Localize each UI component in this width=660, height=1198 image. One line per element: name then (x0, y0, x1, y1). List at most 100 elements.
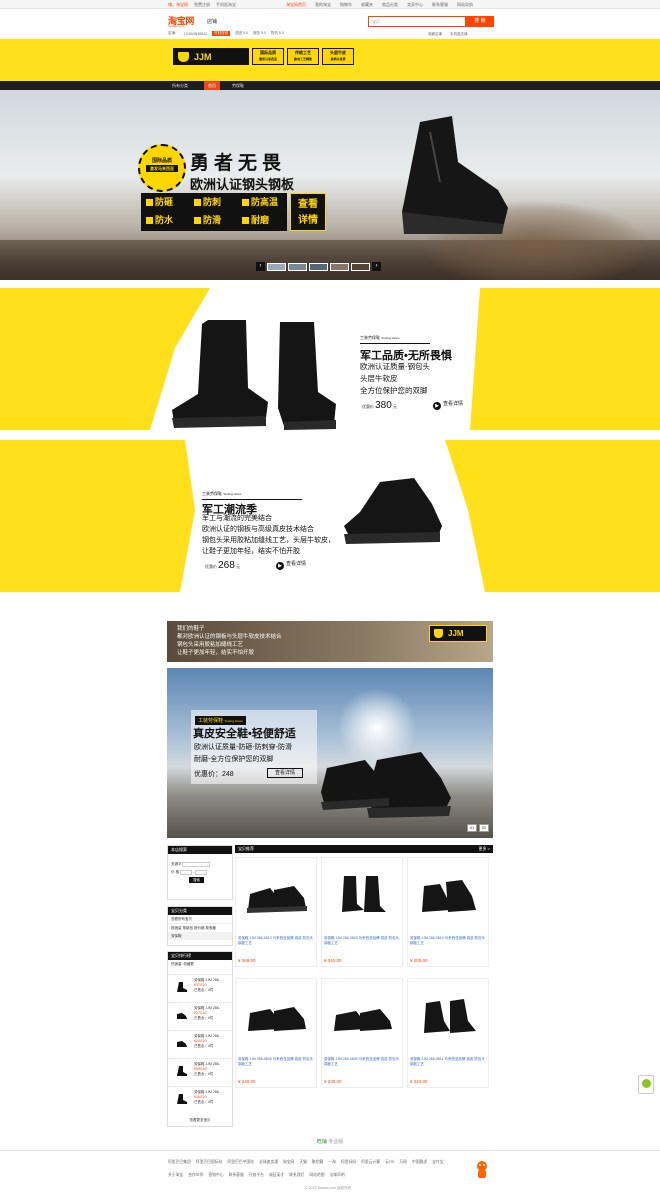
mobile-link[interactable]: 手机逛淘宝 (216, 2, 236, 8)
carousel-thumb[interactable] (288, 262, 307, 271)
product-card[interactable]: 劳保鞋 JJM 286-0811 马来西亚品牌 真皮 防包头 钢板工艺 ¥ 22… (407, 978, 489, 1088)
search-button[interactable]: 搜 索 (466, 16, 494, 27)
footer-link[interactable]: 全球速卖通 (259, 1160, 278, 1165)
slide-line: 欧洲认证质量-防砸-防刺穿-防滑 (194, 744, 292, 751)
hero-banner[interactable]: 国际品质 激发马来西亚 勇者无畏 欧洲认证钢头钢板 防砸 防刺 防高温 防水 防… (0, 90, 660, 280)
footer-link[interactable]: 诚征英才 (269, 1173, 284, 1178)
price-unit: 元 (392, 404, 397, 409)
promo2-line: 钢包头采用胶粘加缝线工艺，头层牛软皮， (202, 537, 335, 544)
wangwang-badge[interactable]: 旺旺在线 (212, 31, 231, 36)
footer-link[interactable]: 合作伙伴 (188, 1173, 203, 1178)
shoe-thumb (177, 1013, 187, 1019)
rank-item[interactable]: 劳保鞋 JJM 286- ¥270.00 已售出：0件 (168, 1002, 232, 1030)
rank-item[interactable]: 劳保鞋 JJM 286- ¥380.00 已售出：0件 (168, 1058, 232, 1086)
sidebar-search-button[interactable]: 搜索 (189, 877, 204, 883)
brand-story-banner[interactable]: 我们的鞋子 都对欧洲认证的钢板与头层牛软皮技术结合 钢包头采用胶粘加缝线工艺 让… (167, 621, 493, 662)
carousel-thumb[interactable] (351, 262, 370, 271)
home-link[interactable]: 淘宝网首页 (286, 2, 306, 8)
category-all[interactable]: 查看所有宝贝 (168, 915, 232, 924)
footer-link[interactable]: 关于淘宝 (168, 1173, 183, 1178)
footer-link[interactable]: 淘宝网 (283, 1160, 294, 1165)
footer-link[interactable]: 法律声明 (330, 1173, 345, 1178)
product-card[interactable]: 劳保鞋 JJM 286-0803 马来西亚品牌 真皮 防包头 钢板工艺 ¥ 34… (321, 857, 403, 967)
product-card[interactable]: 劳保鞋 JJM 286-0806 马来西亚品牌 真皮 防包头 钢板工艺 ¥ 24… (235, 978, 317, 1088)
register-link[interactable]: 免费注册 (194, 2, 210, 8)
search-input[interactable]: 宝贝 (368, 16, 466, 27)
chevron-left-icon[interactable]: ‹ (256, 262, 265, 271)
price-unit: 元 (235, 564, 240, 569)
product-slide[interactable]: 工装劳保鞋 Tooling shoes 真皮安全鞋•轻便舒适 欧洲认证质量-防砸… (167, 668, 493, 838)
footer-link[interactable]: 营销中心 (208, 1173, 223, 1178)
carousel-thumb[interactable] (267, 262, 286, 271)
slide-details-button[interactable]: 查看详情 (267, 768, 303, 778)
category-item[interactable]: 劳保鞋 (168, 932, 232, 940)
jjm-logo[interactable]: JJM (173, 48, 249, 65)
rank-item[interactable]: 劳保鞋 JJM 286- ¥370.00 已售出：0件 (168, 974, 232, 1002)
product-name[interactable]: 劳保鞋 JJM 286-0813 马来西亚品牌 真皮 防包头 钢板工艺 (238, 936, 316, 946)
carousel-thumb[interactable] (309, 262, 328, 271)
footer-link[interactable]: 阿里妈妈 (341, 1160, 356, 1165)
product-name[interactable]: 劳保鞋 JJM 286-0809 马来西亚品牌 真皮 防包头 钢板工艺 (324, 1057, 402, 1067)
product-name[interactable]: 劳保鞋 JJM 286-0803 马来西亚品牌 真皮 防包头 钢板工艺 (324, 936, 402, 946)
favorites-link[interactable]: 收藏夹 (361, 2, 373, 8)
cart-link[interactable]: 购物车 (340, 2, 352, 8)
promo1-view-button[interactable]: ▶ 查看详情 (433, 400, 463, 410)
footer-link[interactable]: 联系客服 (229, 1173, 244, 1178)
product-card[interactable]: 劳保鞋 JJM 286-0809 马来西亚品牌 真皮 防包头 钢板工艺 ¥ 23… (321, 978, 403, 1088)
nav-all-categories[interactable]: 所有分类 (172, 81, 188, 90)
footer-link[interactable]: 聚划算 (312, 1160, 323, 1165)
price-min-input[interactable] (179, 869, 192, 875)
footer-link[interactable]: 万网 (399, 1160, 407, 1165)
search-type[interactable]: 店铺 (207, 18, 217, 25)
wangwang-footer: 旺铺 专业版 (0, 1137, 660, 1147)
hero-details-button[interactable]: 查看 详情 (290, 193, 326, 231)
footer-link[interactable]: 云OS (385, 1160, 394, 1165)
nav-home[interactable]: 首页 (204, 81, 220, 90)
rank-item[interactable]: 劳保鞋 JJM 286- ¥240.00 已售出：0件 (168, 1030, 232, 1058)
promo1-line: 头层牛软皮 (360, 374, 398, 383)
product-name[interactable]: 劳保鞋 JJM 286-0810 马来西亚品牌 真皮 防包头 钢板工艺 (410, 936, 488, 946)
footer-link[interactable]: 联系我们 (289, 1173, 304, 1178)
categories-link[interactable]: 商品分类 (382, 2, 398, 8)
my-taobao-link[interactable]: 我的淘宝 (315, 2, 331, 8)
product-name[interactable]: 劳保鞋 JJM 286-0811 马来西亚品牌 真皮 防包头 钢板工艺 (410, 1057, 488, 1067)
tab-sales[interactable]: 热销量 (171, 962, 182, 966)
mobile-shop-link[interactable]: 手机逛店铺 (450, 32, 468, 37)
product-name[interactable]: 劳保鞋 JJM 286-0806 马来西亚品牌 真皮 防包头 钢板工艺 (238, 1057, 316, 1067)
rank-item[interactable]: 劳保鞋 JJM 286- ¥360.00 已售出：0件 (168, 1086, 232, 1114)
keyword-input[interactable] (182, 861, 211, 867)
shop-id: JJ1504N3864Z (183, 31, 208, 36)
footer-link[interactable]: 网站地图 (309, 1173, 324, 1178)
category-sort[interactable]: 按销量 按新品 按价格 按收藏 (168, 924, 232, 932)
footer-link[interactable]: 开放平台 (249, 1173, 264, 1178)
footer-link[interactable]: 中国雅虎 (412, 1160, 427, 1165)
page-dot[interactable]: 02 (479, 824, 489, 832)
price-max-input[interactable] (195, 869, 208, 875)
floating-service-button[interactable] (638, 1075, 654, 1094)
tab-favorites[interactable]: 收藏数 (183, 962, 194, 966)
carousel-thumb[interactable] (330, 262, 349, 271)
taobao-mascot-icon (477, 1161, 487, 1178)
chevron-right-icon[interactable]: › (372, 262, 381, 271)
page-dot[interactable]: 01 (467, 824, 477, 832)
more-products-link[interactable]: 查看更多宝贝 (168, 1116, 232, 1124)
footer-link[interactable]: 天猫 (299, 1160, 307, 1165)
footer-link[interactable]: 阿里巴巴中国站 (227, 1160, 254, 1165)
promo1-price: 优惠价 380 元 (362, 400, 397, 411)
footer-link[interactable]: 阿里巴巴集团 (168, 1160, 191, 1165)
footer-link[interactable]: 一淘 (328, 1160, 336, 1165)
promo2-view-button[interactable]: ▶ 查看详情 (276, 560, 306, 570)
hero-title: 勇者无畏 (190, 153, 287, 174)
footer-link[interactable]: 阿里巴巴国际站 (196, 1160, 223, 1165)
nav-safety-shoes[interactable]: 劳保鞋 (232, 81, 244, 90)
site-nav-link[interactable]: 网站导航 (457, 2, 473, 8)
product-card[interactable]: 劳保鞋 JJM 286-0813 马来西亚品牌 真皮 防包头 钢板工艺 ¥ 26… (235, 857, 317, 967)
product-card[interactable]: 劳保鞋 JJM 286-0810 马来西亚品牌 真皮 防包头 钢板工艺 ¥ 20… (407, 857, 489, 967)
seller-center-link[interactable]: 卖家中心 (407, 2, 423, 8)
grid-more-link[interactable]: 更多 > (479, 845, 490, 853)
footer-link[interactable]: 阿里云计算 (361, 1160, 380, 1165)
service-link[interactable]: 联系客服 (432, 2, 448, 8)
footer-link[interactable]: 支付宝 (432, 1160, 443, 1165)
favorite-shop-link[interactable]: 收藏店铺 (428, 32, 442, 37)
promo1-tag-en: Tooling shoes (381, 336, 400, 340)
